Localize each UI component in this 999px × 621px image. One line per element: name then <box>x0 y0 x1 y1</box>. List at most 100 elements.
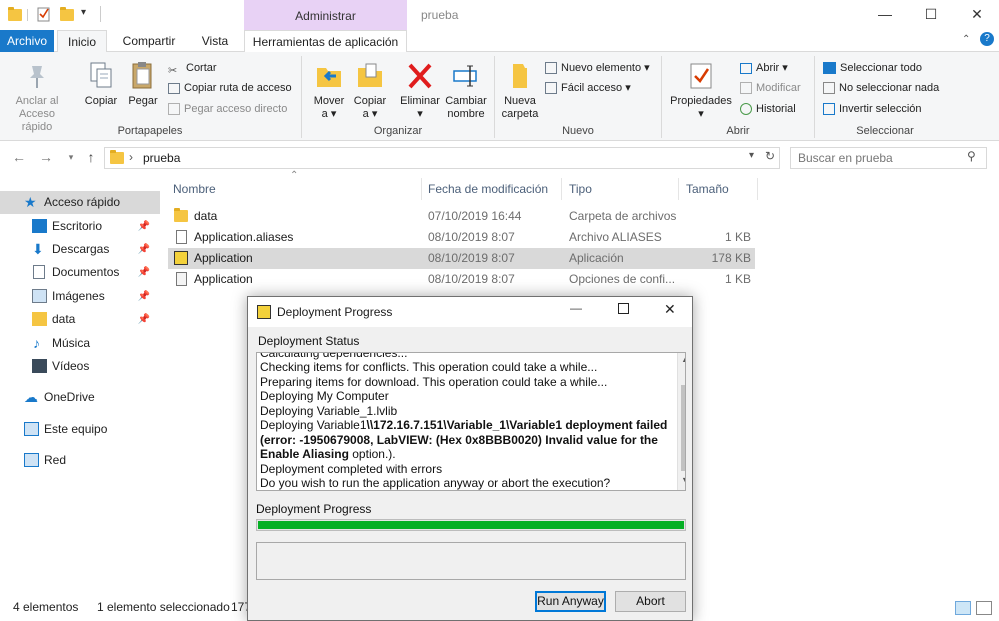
file-row[interactable]: Application.aliases 08/10/2019 8:07 Arch… <box>168 227 755 248</box>
cut-label: Cortar <box>186 62 217 74</box>
breadcrumb-current[interactable]: prueba <box>143 151 180 165</box>
delete-button[interactable]: Eliminar ▾ <box>397 56 443 121</box>
copy-to-button[interactable]: Copiar a ▾ <box>350 56 390 121</box>
properties-label-line1: Propiedades <box>670 95 732 107</box>
search-input[interactable]: Buscar en prueba <box>798 151 893 165</box>
sidebar-item-label: Red <box>44 453 67 467</box>
copy-to-label-line2: a ▾ <box>362 108 378 120</box>
forward-icon[interactable]: → <box>37 149 55 165</box>
rename-label-line2: nombre <box>447 108 485 120</box>
file-row[interactable]: data 07/10/2019 16:44 Carpeta de archivo… <box>168 206 755 227</box>
collapse-ribbon-icon[interactable]: ⌃ <box>962 34 970 45</box>
new-folder-icon[interactable] <box>60 6 76 22</box>
log-line: Deploying Variable_1.lvlib <box>260 404 398 418</box>
new-folder-button[interactable]: Nueva carpeta <box>499 56 541 121</box>
column-separator[interactable] <box>678 178 679 200</box>
file-size: 178 KB <box>711 251 751 265</box>
edit-button[interactable]: Modificar <box>740 79 801 97</box>
refresh-icon[interactable]: ↻ <box>765 149 775 163</box>
column-header-fecha[interactable]: Fecha de modificación <box>428 180 548 198</box>
deployment-status-log[interactable]: Calculating dependencies... Checking ite… <box>256 352 686 491</box>
properties-icon[interactable] <box>36 6 52 22</box>
group-label-portapapeles: Portapapeles <box>117 125 183 137</box>
file-row-selected[interactable]: Application 08/10/2019 8:07 Aplicación 1… <box>168 248 755 269</box>
sidebar-item-escritorio[interactable]: Escritorio 📌 <box>0 215 160 238</box>
new-folder-label-line1: Nueva <box>504 95 536 107</box>
properties-button[interactable]: Propiedades ▾ <box>666 56 736 121</box>
sidebar-item-label: Descargas <box>52 242 110 256</box>
up-icon[interactable]: ↑ <box>82 149 100 165</box>
open-button[interactable]: Abrir ▾ <box>740 59 788 77</box>
close-icon[interactable]: ✕ <box>664 301 676 318</box>
paste-label: Pegar <box>128 95 158 107</box>
folder-icon[interactable] <box>8 6 24 22</box>
recent-locations-icon[interactable]: ▾ <box>62 152 80 163</box>
abort-button[interactable]: Abort <box>615 591 686 612</box>
network-icon <box>24 453 39 467</box>
column-separator[interactable] <box>561 178 562 200</box>
sidebar-item-imagenes[interactable]: Imágenes 📌 <box>0 285 160 308</box>
column-separator[interactable] <box>757 178 758 200</box>
sidebar-item-documentos[interactable]: Documentos 📌 <box>0 261 160 284</box>
file-row[interactable]: Application 08/10/2019 8:07 Opciones de … <box>168 269 755 290</box>
large-icons-view-icon[interactable] <box>976 601 992 615</box>
easy-access-button[interactable]: Fácil acceso ▾ <box>545 79 631 97</box>
sidebar-item-musica[interactable]: ♪ Música <box>0 332 160 355</box>
address-dropdown-icon[interactable]: ▾ <box>749 150 754 161</box>
scrollbar-thumb[interactable] <box>681 385 685 471</box>
back-icon[interactable]: ← <box>10 149 28 165</box>
column-header-tipo[interactable]: Tipo <box>569 180 592 198</box>
cut-button[interactable]: ✂ Cortar <box>168 59 217 77</box>
search-icon[interactable]: ⚲ <box>967 149 976 163</box>
invert-selection-button[interactable]: Invertir selección <box>823 100 922 118</box>
history-button[interactable]: Historial <box>740 100 796 118</box>
help-icon[interactable]: ? <box>980 32 994 46</box>
log-line-error: Enable Aliasing option.). <box>260 447 396 462</box>
select-all-button[interactable]: Seleccionar todo <box>823 59 922 77</box>
sidebar-item-acceso-rapido[interactable]: ★ Acceso rápido <box>0 191 160 214</box>
scroll-up-icon[interactable]: ▲ <box>681 354 685 364</box>
sidebar-item-videos[interactable]: Vídeos <box>0 355 160 378</box>
select-none-button[interactable]: No seleccionar nada <box>823 79 939 97</box>
sidebar-item-label: Imágenes <box>52 289 105 303</box>
copy-button[interactable]: Copiar <box>80 56 122 108</box>
minimize-icon[interactable]: — <box>570 301 582 315</box>
sidebar-item-este-equipo[interactable]: Este equipo <box>0 418 160 441</box>
selection-count: 1 elemento seleccionado <box>97 600 230 614</box>
tab-inicio[interactable]: Inicio <box>57 30 107 53</box>
details-view-icon[interactable] <box>955 601 971 615</box>
minimize-icon[interactable]: — <box>862 0 908 30</box>
dialog-title-bar[interactable]: Deployment Progress — ✕ <box>248 297 692 327</box>
column-header-nombre[interactable]: Nombre <box>173 180 216 198</box>
tab-vista[interactable]: Vista <box>192 30 238 52</box>
run-anyway-button[interactable]: Run Anyway <box>535 591 606 612</box>
move-to-button[interactable]: Mover a ▾ <box>309 56 349 121</box>
tab-herramientas-aplicacion[interactable]: Herramientas de aplicación <box>244 30 407 52</box>
paste-shortcut-button[interactable]: Pegar acceso directo <box>168 100 287 118</box>
tab-compartir[interactable]: Compartir <box>115 30 183 52</box>
address-bar[interactable]: › prueba ▾ ↻ <box>104 147 780 169</box>
file-date: 07/10/2019 16:44 <box>428 209 522 223</box>
log-scrollbar[interactable]: ▲ ▼ <box>677 353 685 490</box>
close-icon[interactable]: ✕ <box>954 0 999 30</box>
scroll-down-icon[interactable]: ▼ <box>681 475 685 485</box>
pin-quick-access-button[interactable]: Anclar al Acceso rápido <box>6 56 68 134</box>
copy-path-button[interactable]: Copiar ruta de acceso <box>168 79 292 97</box>
column-separator[interactable] <box>421 178 422 200</box>
sidebar-item-data[interactable]: data 📌 <box>0 308 160 331</box>
maximize-icon[interactable] <box>618 303 629 314</box>
select-all-label: Seleccionar todo <box>840 62 922 74</box>
sidebar-item-red[interactable]: Red <box>0 449 160 472</box>
search-box[interactable]: Buscar en prueba ⚲ <box>790 147 987 169</box>
maximize-icon[interactable]: ☐ <box>908 0 954 30</box>
file-name: Application <box>194 272 253 286</box>
sidebar-item-descargas[interactable]: ⬇ Descargas 📌 <box>0 238 160 261</box>
column-header-tamano[interactable]: Tamaño <box>686 180 729 198</box>
tab-archivo[interactable]: Archivo <box>0 30 54 52</box>
context-tab-administrar: Administrar <box>244 0 407 30</box>
sidebar-item-onedrive[interactable]: ☁ OneDrive <box>0 386 160 409</box>
rename-button[interactable]: Cambiar nombre <box>443 56 489 121</box>
customize-icon[interactable]: ▾ <box>81 7 86 18</box>
paste-button[interactable]: Pegar <box>125 56 161 108</box>
new-item-button[interactable]: Nuevo elemento ▾ <box>545 59 650 77</box>
